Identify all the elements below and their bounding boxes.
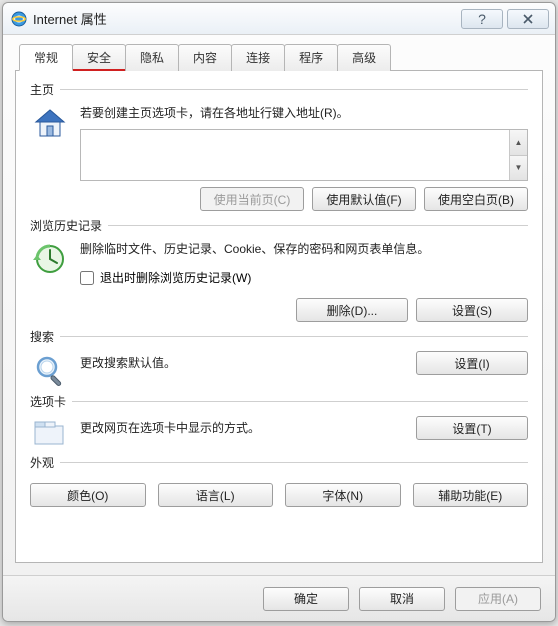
search-label: 搜索 — [30, 328, 54, 345]
history-icon — [30, 240, 70, 276]
ie-icon — [11, 11, 27, 27]
colors-button[interactable]: 颜色(O) — [30, 483, 146, 507]
homepage-body: 若要创建主页选项卡，请在各地址行键入地址(R)。 ▲ ▼ 使用当前页(C) 使用… — [80, 104, 528, 211]
group-homepage-title: 主页 — [30, 81, 528, 98]
help-button[interactable]: ? — [461, 9, 503, 29]
homepage-buttons: 使用当前页(C) 使用默认值(F) 使用空白页(B) — [80, 187, 528, 211]
tab-panel: 主页 若要创建主页选项卡，请在各地址行键入地址(R)。 — [15, 70, 543, 563]
tabs-desc: 更改网页在选项卡中显示的方式。 — [80, 419, 406, 438]
homepage-label: 主页 — [30, 81, 54, 98]
tabs-body: 更改网页在选项卡中显示的方式。 设置(T) — [80, 416, 528, 440]
divider — [60, 89, 528, 90]
use-default-button[interactable]: 使用默认值(F) — [312, 187, 416, 211]
tab-advanced[interactable]: 高级 — [337, 44, 391, 71]
content-area: 常规 安全 隐私 内容 连接 程序 高级 主页 — [3, 35, 555, 575]
search-desc: 更改搜索默认值。 — [80, 354, 406, 373]
homepage-input-wrap: ▲ ▼ — [80, 129, 528, 181]
tabs-label: 选项卡 — [30, 393, 66, 410]
tabs-row: 更改网页在选项卡中显示的方式。 设置(T) — [30, 416, 528, 448]
homepage-spinner: ▲ ▼ — [509, 130, 527, 180]
titlebar: Internet 属性 ? — [3, 3, 555, 35]
homepage-desc: 若要创建主页选项卡，请在各地址行键入地址(R)。 — [80, 104, 528, 123]
history-body: 删除临时文件、历史记录、Cookie、保存的密码和网页表单信息。 退出时删除浏览… — [80, 240, 528, 322]
group-appearance-title: 外观 — [30, 454, 528, 471]
homepage-row: 若要创建主页选项卡，请在各地址行键入地址(R)。 ▲ ▼ 使用当前页(C) 使用… — [30, 104, 528, 211]
ok-button[interactable]: 确定 — [263, 587, 349, 611]
divider — [60, 462, 528, 463]
dialog-window: Internet 属性 ? 常规 安全 隐私 内容 连接 程序 高级 主页 — [2, 2, 556, 622]
home-icon — [30, 104, 70, 142]
tab-connections[interactable]: 连接 — [231, 44, 285, 71]
appearance-label: 外观 — [30, 454, 54, 471]
history-desc: 删除临时文件、历史记录、Cookie、保存的密码和网页表单信息。 — [80, 240, 528, 259]
delete-on-exit-checkbox[interactable] — [80, 271, 94, 285]
group-search-title: 搜索 — [30, 328, 528, 345]
dialog-footer: 确定 取消 应用(A) — [3, 575, 555, 621]
fonts-button[interactable]: 字体(N) — [285, 483, 401, 507]
delete-button[interactable]: 删除(D)... — [296, 298, 408, 322]
delete-on-exit-row[interactable]: 退出时删除浏览历史记录(W) — [80, 269, 528, 286]
language-button[interactable]: 语言(L) — [158, 483, 274, 507]
close-button[interactable] — [507, 9, 549, 29]
apply-button: 应用(A) — [455, 587, 541, 611]
history-settings-button[interactable]: 设置(S) — [416, 298, 528, 322]
tabs-icon — [30, 416, 70, 448]
history-row: 删除临时文件、历史记录、Cookie、保存的密码和网页表单信息。 退出时删除浏览… — [30, 240, 528, 322]
delete-on-exit-label: 退出时删除浏览历史记录(W) — [100, 269, 251, 286]
search-icon — [30, 351, 70, 387]
history-label: 浏览历史记录 — [30, 217, 102, 234]
tab-privacy[interactable]: 隐私 — [125, 44, 179, 71]
tab-security[interactable]: 安全 — [72, 44, 126, 71]
search-row: 更改搜索默认值。 设置(I) — [30, 351, 528, 387]
use-current-button: 使用当前页(C) — [200, 187, 304, 211]
tabs-settings-button[interactable]: 设置(T) — [416, 416, 528, 440]
tab-strip: 常规 安全 隐私 内容 连接 程序 高级 — [19, 44, 543, 71]
group-tabs-title: 选项卡 — [30, 393, 528, 410]
history-buttons: 删除(D)... 设置(S) — [80, 298, 528, 322]
homepage-input[interactable] — [81, 130, 509, 180]
search-settings-button[interactable]: 设置(I) — [416, 351, 528, 375]
group-history-title: 浏览历史记录 — [30, 217, 528, 234]
tab-general[interactable]: 常规 — [19, 44, 73, 71]
cancel-button[interactable]: 取消 — [359, 587, 445, 611]
tab-content[interactable]: 内容 — [178, 44, 232, 71]
search-body: 更改搜索默认值。 设置(I) — [80, 351, 528, 375]
use-blank-button[interactable]: 使用空白页(B) — [424, 187, 528, 211]
divider — [72, 401, 528, 402]
spin-up[interactable]: ▲ — [510, 130, 527, 156]
tab-programs[interactable]: 程序 — [284, 44, 338, 71]
divider — [108, 225, 528, 226]
accessibility-button[interactable]: 辅助功能(E) — [413, 483, 529, 507]
divider — [60, 336, 528, 337]
window-title: Internet 属性 — [33, 9, 457, 28]
spin-down[interactable]: ▼ — [510, 156, 527, 181]
appearance-buttons: 颜色(O) 语言(L) 字体(N) 辅助功能(E) — [30, 477, 528, 509]
